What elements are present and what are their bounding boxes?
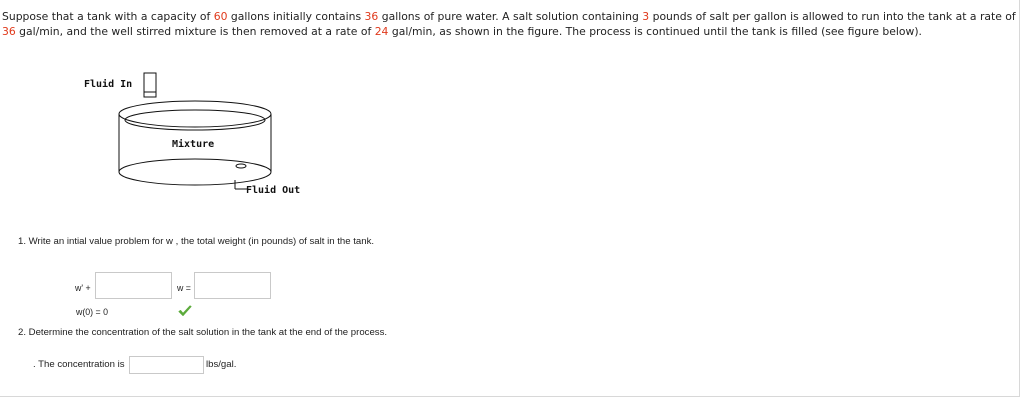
question-1: 1. Write an intial value problem for w ,…: [18, 236, 375, 247]
inflow-rate-value: 36: [2, 24, 16, 38]
concentration-prompt: . The concentration is: [33, 359, 125, 370]
intro-text: gal/min, as shown in the figure. The pro…: [388, 24, 922, 38]
question-2: 2. Determine the concentration of the sa…: [18, 327, 388, 338]
intro-text: Suppose that a tank with a capacity of: [2, 10, 214, 23]
rhs-input[interactable]: [194, 272, 271, 299]
equals-label: w =: [177, 283, 191, 293]
tank-top: [118, 100, 272, 128]
initial-condition: w(0) = 0: [76, 307, 109, 317]
fluid-in-label: Fluid In: [84, 78, 132, 90]
checkmark-icon: [178, 305, 192, 316]
intro-text: gal/min, and the well stirred mixture is…: [15, 24, 375, 38]
tank-figure: Fluid In Mixture Fluid Out: [84, 72, 300, 196]
intro-text: gallons initially contains: [227, 10, 365, 23]
tank-bottom: [118, 158, 272, 186]
capacity-value: 60: [213, 10, 228, 23]
outlet-hole: [235, 163, 247, 169]
units-label: lbs/gal.: [206, 359, 237, 370]
problem-statement: Suppose that a tank with a capacity of 6…: [2, 10, 1017, 39]
rate-coefficient-input[interactable]: [95, 272, 172, 299]
fluid-out-label: Fluid Out: [246, 184, 300, 196]
mixture-label: Mixture: [172, 138, 214, 150]
intro-text: gallons of pure water. A salt solution c…: [378, 10, 643, 23]
outflow-rate-value: 24: [374, 24, 389, 38]
derivative-label: w' +: [75, 283, 91, 293]
concentration-input[interactable]: [129, 356, 204, 374]
inlet-pipe-cap: [143, 91, 157, 98]
initial-volume-value: 36: [364, 10, 379, 23]
intro-text: pounds of salt per gallon is allowed to …: [649, 10, 1016, 23]
